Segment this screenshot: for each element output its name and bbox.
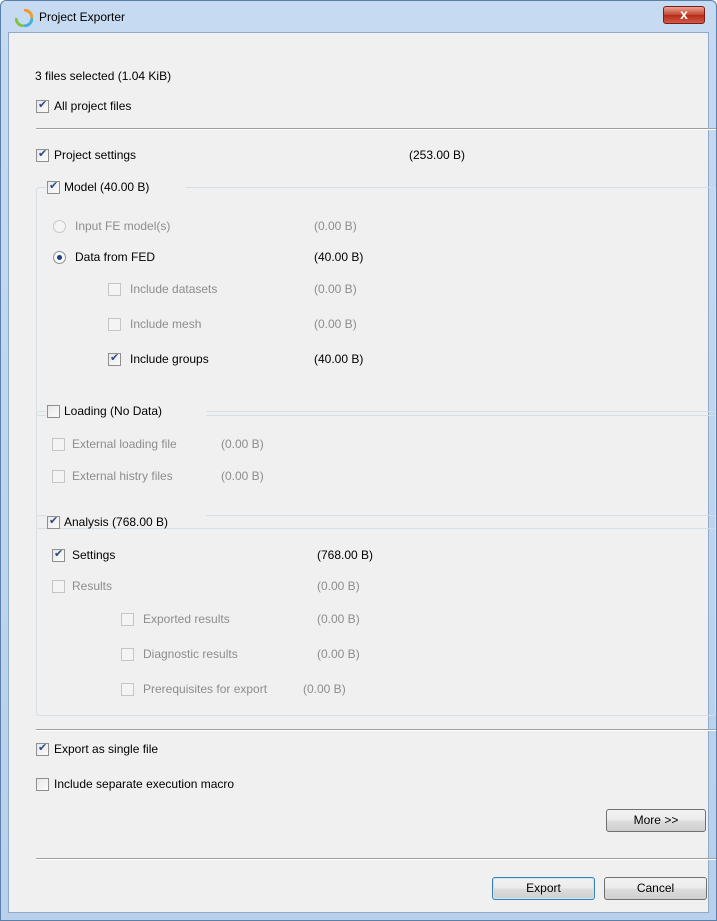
- include-groups-label[interactable]: Include groups: [130, 352, 209, 366]
- data-from-fed-size: (40.00 B): [314, 250, 364, 264]
- project-settings-size: (253.00 B): [409, 148, 466, 162]
- more-button[interactable]: More >>: [606, 809, 706, 832]
- include-mesh-checkbox[interactable]: [108, 318, 121, 331]
- separator: [36, 729, 716, 731]
- results-size: (0.00 B): [317, 579, 360, 593]
- input-fe-label[interactable]: Input FE model(s): [75, 219, 170, 233]
- settings-label[interactable]: Settings: [72, 548, 115, 562]
- diagnostic-results-label[interactable]: Diagnostic results: [143, 647, 238, 661]
- analysis-label[interactable]: Analysis (768.00 B): [64, 515, 168, 529]
- separator: [36, 858, 716, 860]
- external-history-label[interactable]: External histry files: [72, 469, 173, 483]
- diagnostic-results-size: (0.00 B): [317, 647, 360, 661]
- settings-size: (768.00 B): [317, 548, 374, 562]
- include-macro-label[interactable]: Include separate execution macro: [54, 777, 234, 791]
- project-settings-checkbox[interactable]: [36, 147, 49, 162]
- dialog-body: 3 files selected (1.04 KiB) All project …: [8, 32, 716, 913]
- all-project-files-checkbox[interactable]: [36, 98, 49, 113]
- results-label[interactable]: Results: [72, 579, 112, 593]
- model-label[interactable]: Model (40.00 B): [64, 180, 149, 194]
- settings-checkbox[interactable]: [52, 547, 65, 562]
- external-history-size: (0.00 B): [221, 469, 264, 483]
- data-from-fed-label[interactable]: Data from FED: [75, 250, 155, 264]
- data-from-fed-radio[interactable]: [53, 251, 66, 264]
- export-single-file-checkbox[interactable]: [36, 741, 49, 756]
- diagnostic-results-checkbox[interactable]: [121, 648, 134, 661]
- model-checkbox[interactable]: [47, 179, 60, 194]
- include-datasets-size: (0.00 B): [314, 282, 357, 296]
- export-button[interactable]: Export: [492, 877, 595, 900]
- all-project-files-label[interactable]: All project files: [54, 99, 131, 113]
- include-groups-size: (40.00 B): [314, 352, 364, 366]
- include-macro-checkbox[interactable]: [36, 778, 49, 791]
- window-title: Project Exporter: [39, 10, 126, 24]
- include-mesh-size: (0.00 B): [314, 317, 357, 331]
- prerequisites-size: (0.00 B): [303, 682, 346, 696]
- results-checkbox[interactable]: [52, 580, 65, 593]
- external-loading-checkbox[interactable]: [52, 438, 65, 451]
- close-icon: x: [680, 6, 688, 22]
- input-fe-size: (0.00 B): [314, 219, 357, 233]
- external-loading-size: (0.00 B): [221, 437, 264, 451]
- exported-results-label[interactable]: Exported results: [143, 612, 230, 626]
- include-datasets-label[interactable]: Include datasets: [130, 282, 217, 296]
- selection-summary: 3 files selected (1.04 KiB): [35, 69, 172, 83]
- separator: [36, 128, 716, 130]
- include-mesh-label[interactable]: Include mesh: [130, 317, 201, 331]
- exported-results-size: (0.00 B): [317, 612, 360, 626]
- analysis-group: [36, 515, 716, 716]
- title-bar[interactable]: Project Exporter x: [1, 1, 716, 33]
- prerequisites-checkbox[interactable]: [121, 683, 134, 696]
- export-single-file-label[interactable]: Export as single file: [54, 742, 158, 756]
- input-fe-radio[interactable]: [53, 220, 66, 233]
- include-groups-checkbox[interactable]: [108, 351, 121, 366]
- close-button[interactable]: x: [663, 6, 705, 24]
- external-loading-label[interactable]: External loading file: [72, 437, 177, 451]
- cancel-button[interactable]: Cancel: [604, 877, 707, 900]
- prerequisites-label[interactable]: Prerequisites for export: [143, 682, 267, 696]
- external-history-checkbox[interactable]: [52, 470, 65, 483]
- app-logo-icon: [15, 9, 33, 27]
- include-datasets-checkbox[interactable]: [108, 283, 121, 296]
- exported-results-checkbox[interactable]: [121, 613, 134, 626]
- project-settings-label[interactable]: Project settings: [54, 148, 136, 162]
- dialog-window: Project Exporter x 3 files selected (1.0…: [0, 0, 717, 921]
- loading-checkbox[interactable]: [47, 405, 60, 418]
- loading-label[interactable]: Loading (No Data): [64, 404, 162, 418]
- analysis-checkbox[interactable]: [47, 514, 60, 529]
